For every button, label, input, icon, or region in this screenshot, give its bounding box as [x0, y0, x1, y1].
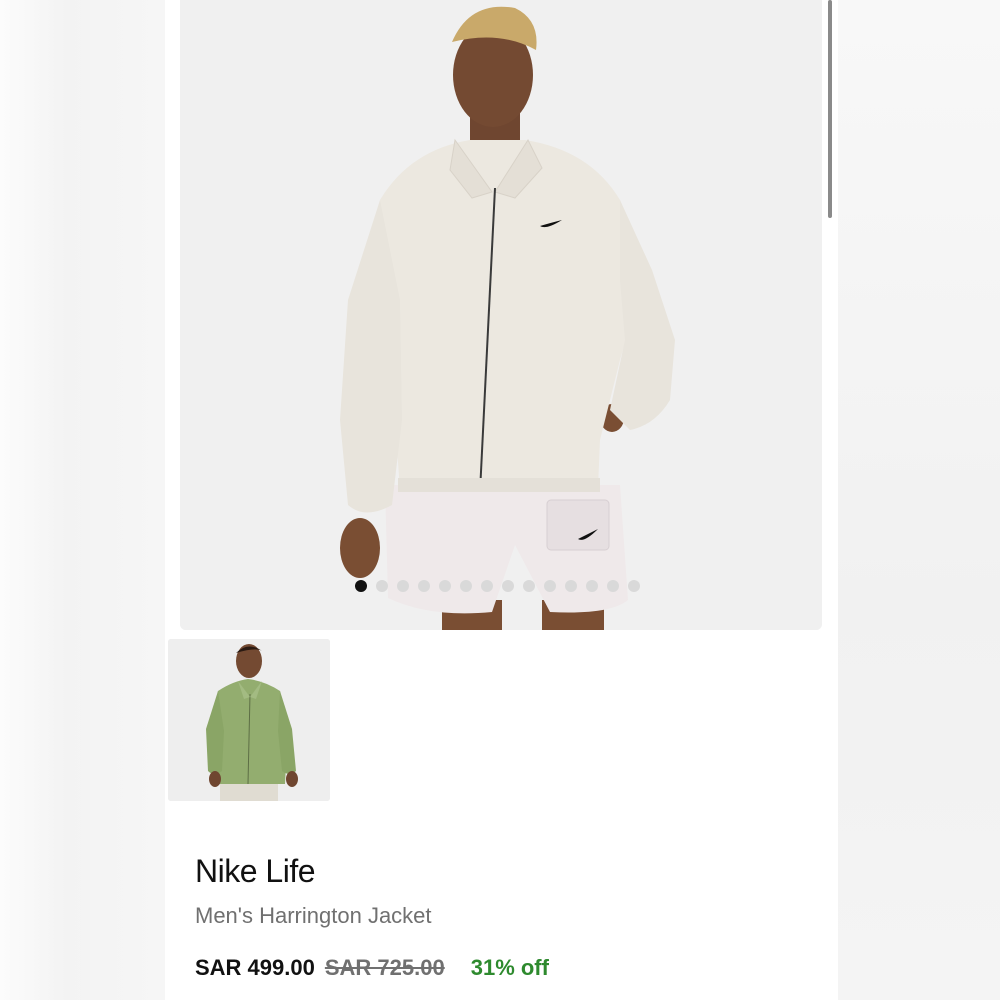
- product-subtitle: Men's Harrington Jacket: [195, 903, 432, 928]
- gallery-dot[interactable]: [565, 580, 577, 592]
- gallery-dot[interactable]: [586, 580, 598, 592]
- gallery-dot[interactable]: [544, 580, 556, 592]
- background-left: [0, 0, 165, 1000]
- gallery-dot[interactable]: [481, 580, 493, 592]
- gallery-dot[interactable]: [628, 580, 640, 592]
- gallery-dot[interactable]: [418, 580, 430, 592]
- background-right: [838, 0, 1000, 1000]
- gallery-dot[interactable]: [460, 580, 472, 592]
- thumbnail-illustration: [168, 639, 330, 801]
- hero-image[interactable]: [180, 0, 822, 630]
- gallery-pagination: [355, 580, 640, 592]
- product-page: Nike Life Men's Harrington Jacket SAR 49…: [165, 0, 838, 1000]
- current-price: SAR 499.00: [195, 955, 315, 980]
- gallery-dot[interactable]: [376, 580, 388, 592]
- gallery-dot[interactable]: [355, 580, 367, 592]
- gallery-dot[interactable]: [502, 580, 514, 592]
- gallery-dot[interactable]: [397, 580, 409, 592]
- price-row: SAR 499.00 SAR 725.00 31% off: [195, 955, 549, 981]
- hero-illustration: [180, 0, 822, 630]
- original-price: SAR 725.00: [324, 955, 445, 980]
- scrollbar[interactable]: [828, 0, 832, 218]
- product-title: Nike Life: [195, 853, 316, 889]
- gallery-dot[interactable]: [523, 580, 535, 592]
- color-variant-thumbnail[interactable]: [168, 639, 330, 801]
- discount-label: 31% off: [470, 955, 549, 980]
- gallery-dot[interactable]: [607, 580, 619, 592]
- gallery-dot[interactable]: [439, 580, 451, 592]
